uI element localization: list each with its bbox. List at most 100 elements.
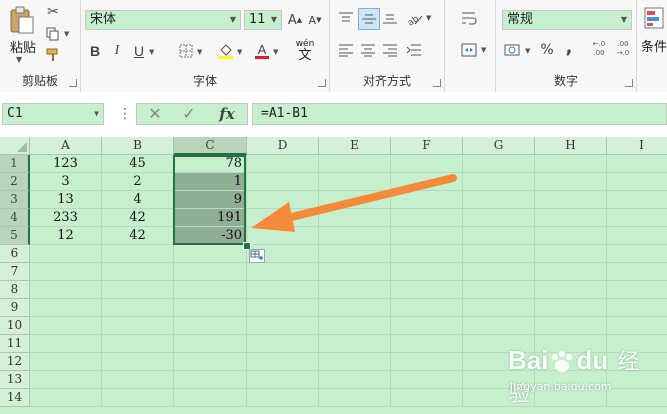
- cell-F13[interactable]: [391, 371, 463, 389]
- cell-E14[interactable]: [319, 389, 391, 407]
- cell-H4[interactable]: [535, 209, 607, 227]
- row-header-9[interactable]: 9: [0, 299, 30, 317]
- cell-C10[interactable]: [174, 317, 247, 335]
- cell-I2[interactable]: [607, 173, 667, 191]
- cell-E10[interactable]: [319, 317, 391, 335]
- cut-icon[interactable]: ✂: [44, 4, 62, 20]
- cell-E7[interactable]: [319, 263, 391, 281]
- row-header-7[interactable]: 7: [0, 263, 30, 281]
- font-color-dropdown-icon[interactable]: ▼: [273, 48, 278, 56]
- insert-function-button[interactable]: fx: [215, 104, 239, 124]
- cell-F10[interactable]: [391, 317, 463, 335]
- wrap-text-icon[interactable]: [459, 8, 479, 28]
- cell-C2[interactable]: 1: [174, 173, 247, 191]
- cell-F6[interactable]: [391, 245, 463, 263]
- cell-I8[interactable]: [607, 281, 667, 299]
- conditional-formatting-icon[interactable]: [643, 6, 665, 30]
- copy-icon[interactable]: [44, 26, 62, 42]
- cell-F8[interactable]: [391, 281, 463, 299]
- cell-E1[interactable]: [319, 155, 391, 173]
- row-header-6[interactable]: 6: [0, 245, 30, 263]
- row-header-4[interactable]: 4: [0, 209, 30, 227]
- cell-C9[interactable]: [174, 299, 247, 317]
- enter-check-icon[interactable]: ✓: [179, 105, 199, 123]
- cell-F12[interactable]: [391, 353, 463, 371]
- row-header-10[interactable]: 10: [0, 317, 30, 335]
- cell-H6[interactable]: [535, 245, 607, 263]
- cell-I3[interactable]: [607, 191, 667, 209]
- comma-style-button[interactable]: ,: [562, 39, 576, 57]
- underline-dropdown-icon[interactable]: ▼: [149, 48, 154, 56]
- align-left-icon[interactable]: [336, 40, 356, 60]
- italic-button[interactable]: I: [109, 43, 125, 59]
- column-header-E[interactable]: E: [319, 137, 391, 155]
- cell-A14[interactable]: [30, 389, 102, 407]
- cell-F1[interactable]: [391, 155, 463, 173]
- column-header-F[interactable]: F: [391, 137, 463, 155]
- cell-A13[interactable]: [30, 371, 102, 389]
- font-color-icon[interactable]: A: [253, 41, 271, 61]
- cell-D1[interactable]: [247, 155, 319, 173]
- merge-dropdown-icon[interactable]: ▼: [481, 46, 486, 54]
- row-header-11[interactable]: 11: [0, 335, 30, 353]
- cell-E11[interactable]: [319, 335, 391, 353]
- cell-G4[interactable]: [463, 209, 535, 227]
- cell-C7[interactable]: [174, 263, 247, 281]
- cell-I5[interactable]: [607, 227, 667, 245]
- copy-dropdown-icon[interactable]: ▼: [64, 30, 69, 38]
- cell-F14[interactable]: [391, 389, 463, 407]
- column-header-B[interactable]: B: [102, 137, 174, 155]
- cell-G9[interactable]: [463, 299, 535, 317]
- cell-C1[interactable]: 78: [174, 155, 247, 173]
- cell-A4[interactable]: 233: [30, 209, 102, 227]
- cell-A1[interactable]: 123: [30, 155, 102, 173]
- number-launcher-icon[interactable]: [625, 79, 633, 87]
- cell-A9[interactable]: [30, 299, 102, 317]
- cell-A2[interactable]: 3: [30, 173, 102, 191]
- row-header-2[interactable]: 2: [0, 173, 30, 191]
- font-launcher-icon[interactable]: [318, 79, 326, 87]
- accounting-format-icon[interactable]: [502, 40, 524, 60]
- cell-E8[interactable]: [319, 281, 391, 299]
- chevron-down-icon[interactable]: ▼: [94, 104, 99, 124]
- column-header-A[interactable]: A: [30, 137, 102, 155]
- borders-icon[interactable]: [177, 43, 195, 59]
- cell-H3[interactable]: [535, 191, 607, 209]
- cell-F11[interactable]: [391, 335, 463, 353]
- cell-D7[interactable]: [247, 263, 319, 281]
- conditional-formatting-label[interactable]: 条件: [641, 36, 667, 55]
- cell-C12[interactable]: [174, 353, 247, 371]
- row-header-12[interactable]: 12: [0, 353, 30, 371]
- cell-B8[interactable]: [102, 281, 174, 299]
- bottom-align-icon[interactable]: [380, 8, 400, 28]
- row-header-14[interactable]: 14: [0, 389, 30, 407]
- cell-G8[interactable]: [463, 281, 535, 299]
- cell-C5[interactable]: -30: [174, 227, 247, 245]
- row-header-1[interactable]: 1: [0, 155, 30, 173]
- cell-A3[interactable]: 13: [30, 191, 102, 209]
- name-box[interactable]: C1 ▼: [2, 103, 104, 125]
- cell-G1[interactable]: [463, 155, 535, 173]
- cell-B2[interactable]: 2: [102, 173, 174, 191]
- percent-style-button[interactable]: %: [538, 41, 556, 59]
- alignment-launcher-icon[interactable]: [433, 79, 441, 87]
- cell-A12[interactable]: [30, 353, 102, 371]
- column-header-D[interactable]: D: [247, 137, 319, 155]
- cell-E9[interactable]: [319, 299, 391, 317]
- cell-G6[interactable]: [463, 245, 535, 263]
- quick-analysis-icon[interactable]: [249, 249, 265, 263]
- select-all-corner[interactable]: [0, 137, 30, 155]
- cell-D11[interactable]: [247, 335, 319, 353]
- cell-C13[interactable]: [174, 371, 247, 389]
- paste-icon[interactable]: [7, 5, 37, 35]
- cell-D8[interactable]: [247, 281, 319, 299]
- fill-color-dropdown-icon[interactable]: ▼: [237, 48, 242, 56]
- more-options-icon[interactable]: ⋮: [118, 106, 132, 122]
- cell-B1[interactable]: 45: [102, 155, 174, 173]
- cell-B4[interactable]: 42: [102, 209, 174, 227]
- middle-align-icon[interactable]: [358, 8, 380, 30]
- column-header-C[interactable]: C: [174, 137, 247, 155]
- cell-H8[interactable]: [535, 281, 607, 299]
- cell-G5[interactable]: [463, 227, 535, 245]
- cell-B14[interactable]: [102, 389, 174, 407]
